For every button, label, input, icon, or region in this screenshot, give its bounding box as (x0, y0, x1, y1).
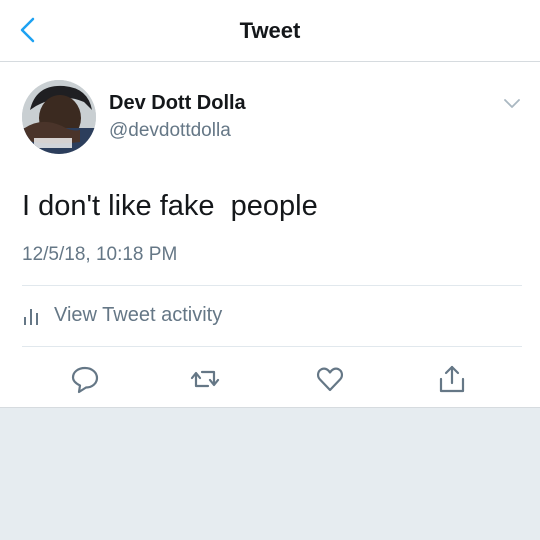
tweet-timestamp: 12/5/18, 10:18 PM (22, 244, 178, 265)
divider (22, 346, 522, 347)
chevron-down-icon[interactable] (502, 96, 522, 110)
navigation-bar: Tweet (0, 0, 540, 62)
divider (22, 285, 522, 286)
bar-chart-icon (24, 309, 38, 325)
share-icon[interactable] (437, 364, 467, 394)
avatar[interactable] (22, 80, 96, 154)
retweet-icon[interactable] (190, 364, 220, 394)
tweet-text: I don't like fake people (22, 190, 318, 222)
author-handle[interactable]: @devdottdolla (109, 120, 231, 142)
view-tweet-activity-label: View Tweet activity (54, 304, 223, 326)
like-icon[interactable] (315, 364, 345, 394)
page-title: Tweet (239, 18, 301, 43)
reply-icon[interactable] (70, 364, 100, 394)
author-display-name[interactable]: Dev Dott Dolla (109, 92, 246, 115)
avatar-image (22, 80, 96, 154)
tweet-card: Dev Dott Dolla @devdottdolla I don't lik… (0, 62, 540, 408)
